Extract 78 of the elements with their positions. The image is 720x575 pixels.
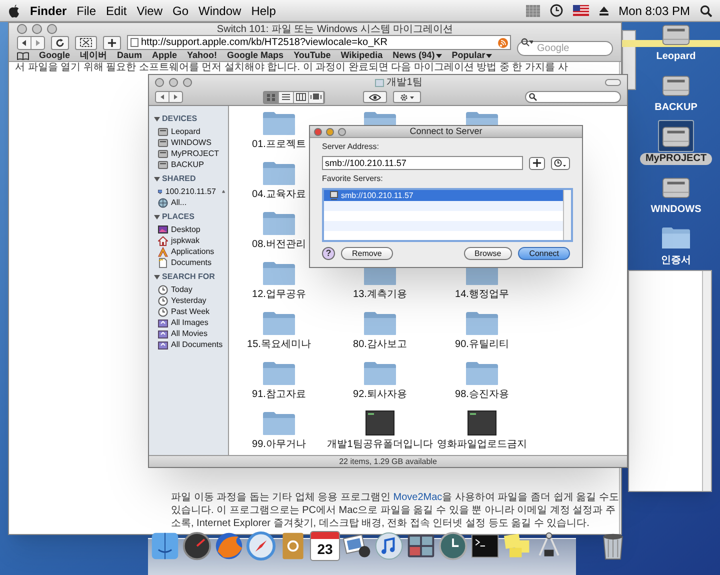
url-text: http://support.apple.com/kb/HT2518?viewlocale=ko_KR [141,36,389,50]
dialog-title: Connect to Server [410,124,482,138]
menu-item[interactable]: Window [198,2,242,20]
sidebar-item[interactable]: WINDOWS [171,136,212,148]
menu-clock[interactable]: Mon 8:03 PM [618,2,690,20]
bookmark-link[interactable]: News (94) [392,48,442,62]
file-name[interactable]: 08.버전관리 [252,237,306,252]
sidebar-item[interactable]: Applications [171,246,214,258]
sidebar-item[interactable]: BACKUP [171,158,204,170]
file-name[interactable]: 99.아무거나 [252,437,306,452]
calendar-icon[interactable]: 23 [310,531,340,561]
menu-item[interactable]: Edit [106,2,127,20]
article-link[interactable]: Move2Mac [393,492,442,503]
status-text: 22 items, 1.29 GB available [339,456,437,468]
dialog-button[interactable]: Connect [518,247,570,260]
sidebar-item[interactable]: All Movies [171,328,208,340]
menu-item[interactable]: Finder [30,2,67,20]
desktop-icon-label[interactable]: BACKUP [654,102,698,114]
menu-item[interactable]: Help [251,2,276,20]
menu-item[interactable]: Go [172,2,189,20]
article-paragraph: 파일 이동 과정을 돕는 기타 업체 응용 프로그램인 Move2Mac을 사용하여 파일을 좀더 쉽게 옮길 수도 있습니다. 이 프로그램으로는 PC에서 Mac으로 파일을 옮길 수 있을 뿐 아니라 이메일 계정 설정과 주소록, Internet Explorer 즐겨찾기, 데스크탑 배경, 전화 접속 인터넷 설정 등도 옮길 수 있습니다. [171,491,619,530]
server-address-field[interactable]: smb://100.210.11.57 [322,156,524,170]
bookmark-link[interactable]: Google Maps [227,48,284,62]
bookmark-link[interactable]: Daum [117,48,142,62]
file-name[interactable]: 91.참고자료 [252,387,306,402]
sidebar-item[interactable]: All Images [171,316,208,328]
address-field[interactable]: http://support.apple.com/kb/HT2518?viewlocale=ko_KR [127,35,511,50]
dialog-button[interactable]: Remove [341,247,393,260]
sidebar-heading: SEARCH FOR [162,271,215,283]
search-field[interactable]: Google [517,41,613,56]
sidebar-item[interactable]: Past Week [171,306,210,318]
file-name[interactable]: 92.퇴사자용 [353,387,407,402]
sidebar-item[interactable]: 100.210.11.57 [165,186,216,198]
field-label: Favorite Servers: [322,173,384,185]
calendar-date: 23 [316,540,334,559]
window-title: 개발1팀 [386,76,422,90]
sidebar-item[interactable]: Yesterday [171,294,206,306]
desktop-icon-label[interactable]: MyPROJECT [640,153,712,165]
desktop-icon-label[interactable]: WINDOWS [650,204,702,216]
bookmark-link[interactable]: YouTube [294,48,331,62]
sidebar-item[interactable]: Desktop [171,224,200,236]
file-name[interactable]: 개발1팀공유폴더입니다 [327,437,433,452]
sidebar-item[interactable]: Documents [171,256,212,268]
file-name[interactable]: 01.프로젝트 [252,137,306,152]
help-button[interactable]: ? [322,247,335,260]
sidebar-heading: PLACES [162,211,194,223]
file-name[interactable]: 04.교육자료 [252,187,306,202]
dialog-button[interactable]: Browse [464,247,512,260]
window-title: Switch 101: 파일 또는 Windows 시스템 마이그레이션 [216,22,454,36]
bookmark-link[interactable]: Apple [152,48,178,62]
menu-item[interactable]: File [76,2,96,20]
file-name[interactable]: 90.유틸리티 [455,337,509,352]
file-name[interactable]: 15.목요세미나 [247,337,311,352]
file-name[interactable]: 80.감사보고 [353,337,407,352]
sidebar-item[interactable]: MyPROJECT [171,148,219,160]
file-name[interactable]: 98.승진자용 [455,387,509,402]
file-name[interactable]: 14.행정업무 [455,287,509,302]
desktop-icon-label[interactable]: 인증서 [661,255,691,267]
sidebar-item[interactable]: Leopard [171,126,200,138]
file-name[interactable]: 영화파일업로드금지 [437,437,527,452]
sidebar-heading: DEVICES [162,113,198,125]
bookmark-link[interactable]: 네이버 [80,48,107,62]
sidebar-heading: SHARED [162,173,196,185]
sidebar-item[interactable]: jspkwak [171,234,200,246]
sidebar-item[interactable]: All... [171,196,187,208]
file-name[interactable]: 13.계측기용 [353,287,407,302]
bookmark-link[interactable]: Wikipedia [340,48,383,62]
bookmark-link[interactable]: Google [39,48,70,62]
bookmark-link[interactable]: Yahoo! [187,48,218,62]
desktop-icon-label[interactable]: Leopard [656,51,696,63]
menu-item[interactable]: View [136,2,162,20]
sidebar-item[interactable]: Today [171,284,192,296]
article-text: 서 파일을 열기 위해 필요한 소프트웨어를 먼저 설치해야 합니다. 이 과정이 완료되면 다음 마이그레이션 방법 중 한 가지를 사 [15,62,569,73]
bookmark-link[interactable]: Popular [452,48,492,62]
sidebar-item[interactable]: All Documents [171,338,223,350]
field-label: Server Address: [322,141,380,153]
server-list-row[interactable]: smb://100.210.11.57 [324,190,563,201]
file-name[interactable]: 12.업무공유 [252,287,306,302]
